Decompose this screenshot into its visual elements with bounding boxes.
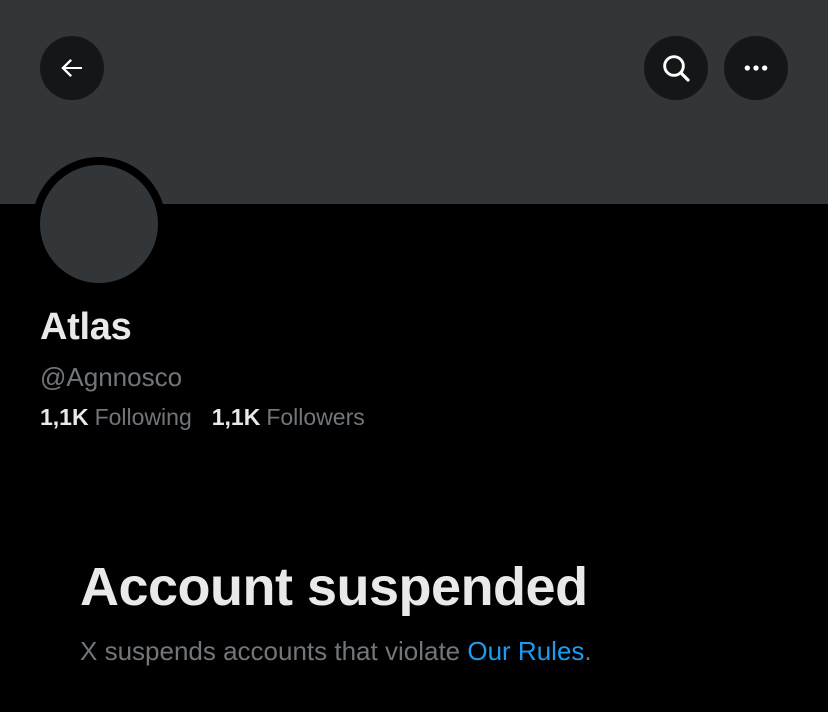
followers-stat[interactable]: 1,1K Followers bbox=[212, 404, 365, 431]
search-icon bbox=[663, 55, 690, 82]
following-label: Following bbox=[94, 404, 192, 430]
followers-label: Followers bbox=[266, 404, 365, 430]
following-count: 1,1K bbox=[40, 404, 89, 430]
suspended-message-suffix: . bbox=[584, 636, 592, 666]
suspended-message-prefix: X suspends accounts that violate bbox=[80, 636, 468, 666]
user-handle: @Agnnosco bbox=[40, 362, 183, 392]
following-stat[interactable]: 1,1K Following bbox=[40, 404, 192, 431]
profile-stats: 1,1K Following 1,1K Followers bbox=[40, 404, 365, 431]
display-name: Atlas bbox=[40, 306, 132, 348]
back-button[interactable] bbox=[40, 36, 104, 100]
search-button[interactable] bbox=[644, 36, 708, 100]
avatar-placeholder bbox=[40, 165, 158, 283]
avatar[interactable] bbox=[32, 157, 166, 291]
more-horizontal-icon bbox=[744, 65, 768, 71]
suspended-title: Account suspended bbox=[80, 557, 588, 617]
our-rules-link[interactable]: Our Rules bbox=[467, 636, 584, 666]
more-options-button[interactable] bbox=[724, 36, 788, 100]
suspended-message: X suspends accounts that violate Our Rul… bbox=[80, 636, 592, 667]
followers-count: 1,1K bbox=[211, 404, 261, 430]
arrow-left-icon bbox=[61, 59, 82, 77]
